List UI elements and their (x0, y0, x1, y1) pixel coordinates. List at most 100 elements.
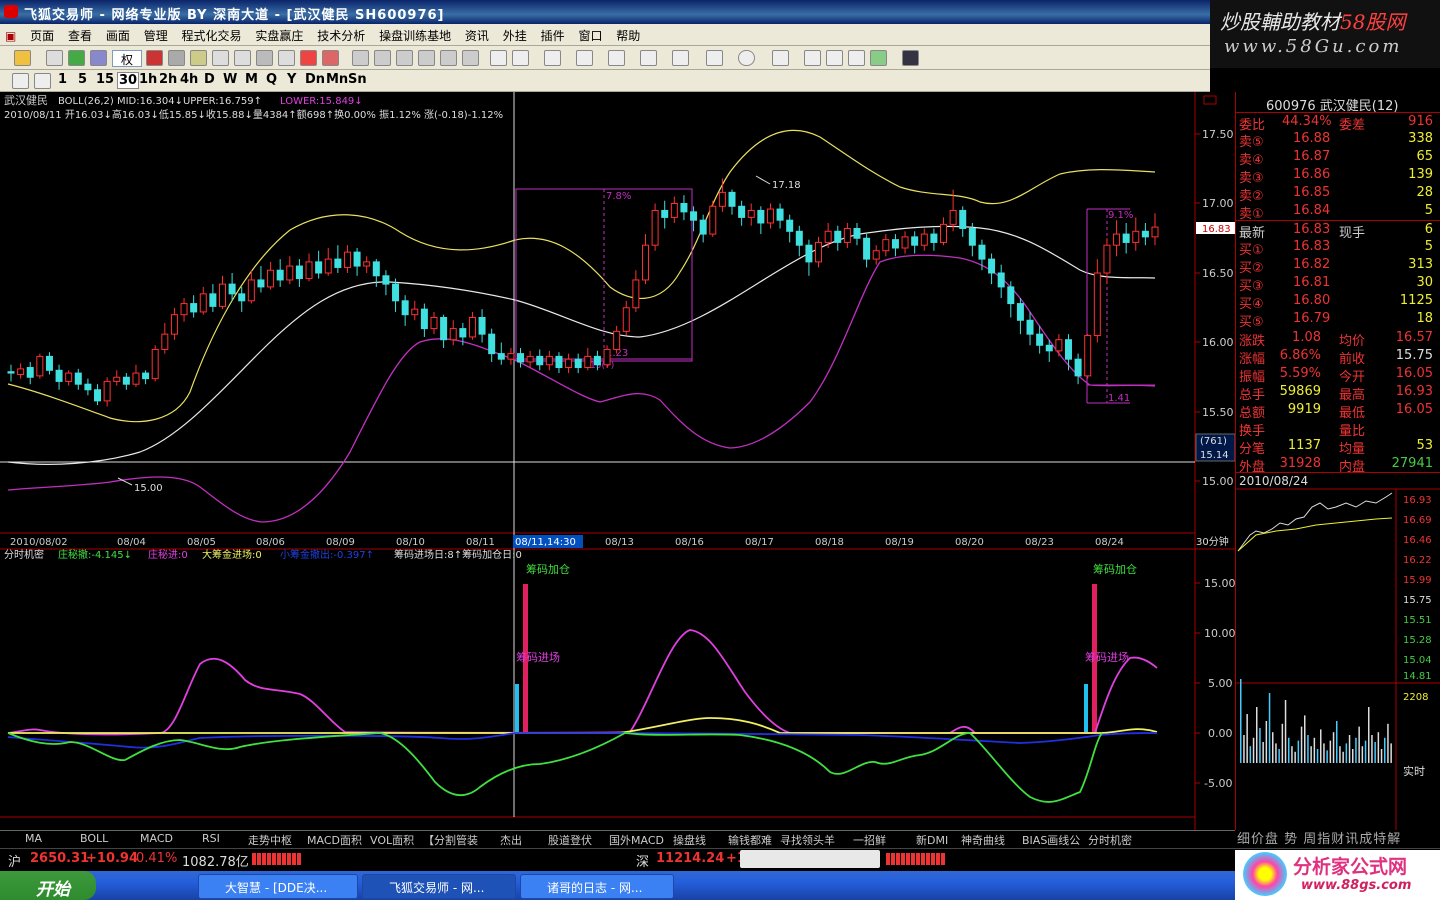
stack-icon[interactable] (462, 50, 479, 66)
tab-shuqian[interactable]: 输钱都难 (728, 832, 772, 848)
tab-jiechu[interactable]: 杰出 (500, 832, 522, 848)
mini-volume-bar (1390, 743, 1392, 763)
tab-fenshi[interactable]: 分时机密 (1088, 832, 1132, 848)
minute-line-icon[interactable] (34, 73, 51, 89)
chart-icon[interactable] (374, 50, 391, 66)
task-feihu[interactable]: 飞狐交易师 - 网... (362, 874, 516, 899)
ime-toolbar[interactable] (740, 850, 880, 868)
hline-icon[interactable] (544, 50, 561, 66)
grid-icon[interactable] (256, 50, 273, 66)
mini-chart[interactable]: 2010/08/24 16.93 16.69 16.46 16.22 15.99… (1236, 472, 1440, 831)
menu-training[interactable]: 操盘训练基地 (374, 24, 456, 47)
menu-help[interactable]: 帮助 (611, 24, 645, 47)
open-icon[interactable] (14, 50, 31, 66)
tab-bias[interactable]: BIAS画线公 (1022, 832, 1080, 848)
color-icon[interactable] (870, 50, 887, 66)
pointer-icon[interactable] (490, 50, 507, 66)
period-5[interactable]: 5 (78, 72, 87, 87)
rect-icon[interactable] (706, 50, 723, 66)
task-blog[interactable]: 诸哥的日志 - 网... (520, 874, 674, 899)
mini-mode[interactable]: 实时 (1403, 763, 1425, 779)
chart-svg[interactable]: 武汉健民 BOLL(26,2) MID:16.304↓UPPER:16.759↑… (0, 92, 1236, 830)
menu-screen[interactable]: 画面 (101, 24, 135, 47)
rights-select[interactable]: 权 (112, 50, 142, 67)
period-30[interactable]: 30 (117, 72, 140, 89)
period-ndays[interactable]: Dn (305, 72, 325, 87)
circle-icon[interactable] (738, 50, 755, 66)
book-icon[interactable] (190, 50, 207, 66)
tab-macd[interactable]: MACD (140, 832, 173, 845)
menu-manage[interactable]: 管理 (139, 24, 173, 47)
tab-macd-area[interactable]: MACD面积 (307, 832, 362, 848)
rsi-icon[interactable] (46, 50, 63, 66)
kline-icon[interactable] (12, 73, 29, 89)
tab-split[interactable]: 【分割管装 (423, 832, 478, 848)
menu-app-icon[interactable]: ▣ (0, 26, 21, 46)
tab-zoushi[interactable]: 走势中枢 (248, 832, 292, 848)
period-month[interactable]: M (245, 72, 258, 87)
tab-new-dmi[interactable]: 新DMI (916, 832, 948, 848)
move-icon[interactable] (68, 50, 85, 66)
menu-view[interactable]: 查看 (63, 24, 97, 47)
main-chart-close-icon[interactable] (1203, 95, 1217, 105)
period-label[interactable]: 30分钟 (1196, 535, 1229, 548)
eraser-icon[interactable] (826, 50, 843, 66)
window-icon[interactable] (396, 50, 413, 66)
parallel-icon[interactable] (672, 50, 689, 66)
menu-page[interactable]: 页面 (25, 24, 59, 47)
start-button[interactable]: 开始 (0, 871, 96, 900)
tab-boll[interactable]: BOLL (80, 832, 108, 845)
task-dazhihui[interactable]: 大智慧 - [DDE决... (198, 874, 358, 899)
line-draw-icon[interactable] (512, 50, 529, 66)
tab-shenqi[interactable]: 神奇曲线 (961, 832, 1005, 848)
tab-foreign-macd[interactable]: 国外MACD (609, 832, 664, 848)
eye-icon[interactable] (278, 50, 295, 66)
period-1[interactable]: 1 (58, 72, 67, 87)
period-year[interactable]: Y (287, 72, 296, 87)
alert-icon[interactable] (300, 50, 317, 66)
box-icon[interactable] (234, 50, 251, 66)
period-1h[interactable]: 1h (139, 72, 157, 87)
lock-icon[interactable] (848, 50, 865, 66)
save-icon[interactable] (902, 50, 919, 66)
mini-volume-bar (1259, 728, 1261, 763)
period-nminutes[interactable]: Mn (326, 72, 348, 87)
period-quarter[interactable]: Q (266, 72, 277, 87)
menu-window[interactable]: 窗口 (573, 24, 607, 47)
tab-gudao[interactable]: 股道登伏 (548, 832, 592, 848)
channel-icon[interactable] (640, 50, 657, 66)
tab-vol-area[interactable]: VOL面积 (370, 832, 414, 848)
record-icon[interactable] (146, 50, 163, 66)
link-icon[interactable] (168, 50, 185, 66)
vline-icon[interactable] (576, 50, 593, 66)
fan-icon[interactable] (608, 50, 625, 66)
text-icon[interactable] (772, 50, 789, 66)
target-icon[interactable] (322, 50, 339, 66)
layout-icon[interactable] (418, 50, 435, 66)
quote-tabs-text[interactable]: 细价盘 势 周指财讯成特解 (1237, 828, 1401, 847)
tab-ma[interactable]: MA (25, 832, 42, 845)
tab-yizhaoxian[interactable]: 一招鲜 (853, 832, 886, 848)
menu-news[interactable]: 资讯 (460, 24, 494, 47)
zoom-icon[interactable] (90, 50, 107, 66)
period-day[interactable]: D (204, 72, 215, 87)
period-4h[interactable]: 4h (180, 72, 198, 87)
period-nseconds[interactable]: Sn (348, 72, 367, 87)
table-icon[interactable] (352, 50, 369, 66)
chart-area[interactable]: 武汉健民 BOLL(26,2) MID:16.304↓UPPER:16.759↑… (0, 92, 1236, 830)
menu-tech-analysis[interactable]: 技术分析 (312, 24, 370, 47)
menu-live-trade[interactable]: 实盘赢庄 (250, 24, 308, 47)
list-icon[interactable] (212, 50, 229, 66)
period-15[interactable]: 15 (96, 72, 114, 87)
period-2h[interactable]: 2h (159, 72, 177, 87)
tab-rsi[interactable]: RSI (202, 832, 220, 845)
menu-program-trade[interactable]: 程式化交易 (177, 24, 247, 47)
menu-plugin-ext[interactable]: 外挂 (498, 24, 532, 47)
tile-icon[interactable] (440, 50, 457, 66)
quick-launch-icons[interactable] (106, 877, 186, 894)
copy-icon[interactable] (804, 50, 821, 66)
tab-caopan[interactable]: 操盘线 (673, 832, 706, 848)
tab-lingtouyang[interactable]: 寻找领头羊 (780, 832, 835, 848)
period-week[interactable]: W (223, 72, 237, 87)
menu-plugins[interactable]: 插件 (536, 24, 570, 47)
